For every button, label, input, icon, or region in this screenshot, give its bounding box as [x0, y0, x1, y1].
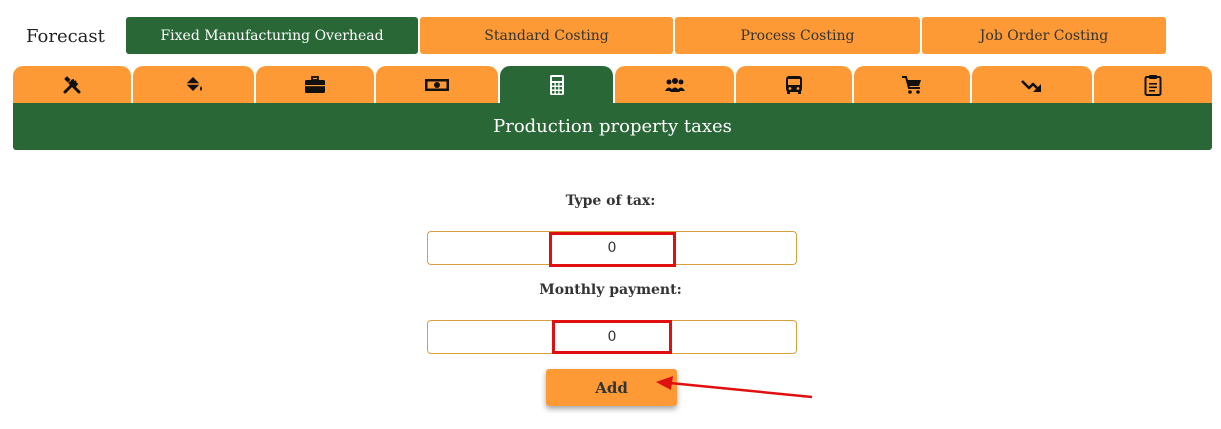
briefcase-icon	[304, 75, 326, 94]
cart-icon	[901, 75, 923, 95]
icon-tab-trend-down[interactable]	[972, 66, 1092, 103]
calculator-icon	[549, 74, 565, 96]
icon-tab-cart[interactable]	[854, 66, 970, 103]
trend-down-icon	[1021, 77, 1043, 93]
monthly-payment-input[interactable]	[427, 320, 797, 354]
monthly-payment-label: Monthly payment:	[539, 282, 682, 298]
add-button[interactable]: Add	[546, 369, 677, 406]
bus-icon	[784, 75, 804, 95]
tab-fixed-manufacturing-overhead[interactable]: Fixed Manufacturing Overhead	[126, 17, 418, 54]
page-title: Forecast	[26, 26, 105, 47]
icon-tab-money[interactable]	[376, 66, 498, 103]
icon-tab-bus[interactable]	[736, 66, 852, 103]
tab-job-order-costing[interactable]: Job Order Costing	[922, 17, 1166, 54]
icon-tab-tools[interactable]	[13, 66, 131, 103]
users-icon	[663, 77, 687, 93]
icon-tab-clipboard[interactable]	[1094, 66, 1212, 103]
icon-tab-users[interactable]	[615, 66, 734, 103]
section-banner: Production property taxes	[13, 103, 1212, 150]
paint-bucket-icon	[183, 75, 205, 95]
type-of-tax-input[interactable]	[427, 231, 797, 265]
type-of-tax-label: Type of tax:	[565, 193, 656, 209]
icon-tab-paint[interactable]	[133, 66, 254, 103]
icon-tab-briefcase[interactable]	[256, 66, 374, 103]
section-title: Production property taxes	[493, 116, 732, 137]
annotation-arrow	[656, 376, 813, 399]
tab-process-costing[interactable]: Process Costing	[675, 17, 920, 54]
tools-icon	[62, 75, 82, 95]
money-icon	[424, 77, 450, 93]
icon-tab-calculator[interactable]	[500, 66, 613, 103]
clipboard-icon	[1144, 74, 1162, 96]
tab-standard-costing[interactable]: Standard Costing	[420, 17, 673, 54]
